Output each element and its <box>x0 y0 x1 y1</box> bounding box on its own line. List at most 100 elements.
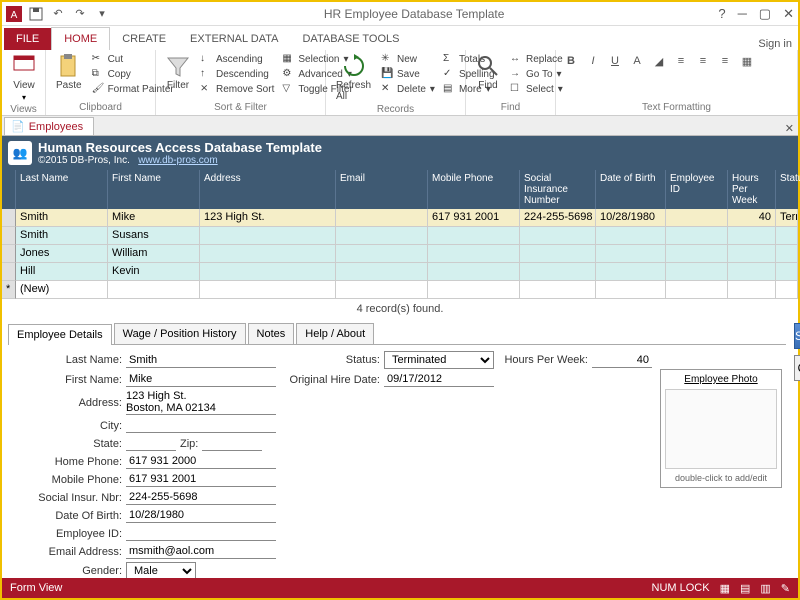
save-record-button[interactable]: 💾Save <box>379 67 437 81</box>
eid-field[interactable] <box>126 526 276 541</box>
toggle-filter-icon: ▽ <box>282 83 294 95</box>
tab-database-tools[interactable]: DATABASE TOOLS <box>290 28 411 50</box>
city-field[interactable] <box>126 418 276 433</box>
minimize-icon[interactable]: ─ <box>738 6 747 22</box>
homephone-field[interactable] <box>126 454 276 469</box>
lastname-field[interactable] <box>126 353 276 368</box>
grid-body: SmithMike123 High St.617 931 2001224-255… <box>2 209 798 299</box>
save-button[interactable]: Save <box>794 323 800 349</box>
form-title: Human Resources Access Database Template <box>38 140 322 155</box>
remove-sort-button[interactable]: ⨯Remove Sort <box>198 82 276 96</box>
bold-button[interactable]: B <box>562 52 580 70</box>
undo-icon[interactable]: ↶ <box>50 6 66 22</box>
descending-button[interactable]: ↑Descending <box>198 67 276 81</box>
tab-wage-history[interactable]: Wage / Position History <box>114 323 246 344</box>
form-header: 👥 Human Resources Access Database Templa… <box>2 136 798 170</box>
col-hpw[interactable]: Hours Per Week <box>728 170 776 209</box>
gridlines-button[interactable]: ▦ <box>738 52 756 70</box>
table-row[interactable]: HillKevin <box>2 263 798 281</box>
view-form-icon[interactable]: ▦ <box>720 582 730 595</box>
view-design-icon[interactable]: ✎ <box>781 582 790 595</box>
col-eid[interactable]: Employee ID <box>666 170 728 209</box>
col-status[interactable]: Status <box>776 170 800 209</box>
close-tab-icon[interactable]: ✕ <box>785 122 794 135</box>
view-datasheet-icon[interactable]: ▤ <box>740 582 750 595</box>
col-firstname[interactable]: First Name <box>108 170 200 209</box>
address-field[interactable] <box>126 390 276 415</box>
state-field[interactable] <box>126 436 176 451</box>
row-selector[interactable] <box>2 209 16 227</box>
tab-file[interactable]: FILE <box>4 28 51 50</box>
filter-button[interactable]: Filter <box>162 52 194 93</box>
group-records: Records <box>332 104 459 115</box>
redo-icon[interactable]: ↷ <box>72 6 88 22</box>
label-status: Status: <box>280 354 380 366</box>
sign-in-link[interactable]: Sign in <box>758 38 792 50</box>
view-icon <box>12 54 36 78</box>
col-ssn[interactable]: Social Insurance Number <box>520 170 596 209</box>
tab-notes[interactable]: Notes <box>248 323 295 344</box>
paste-button[interactable]: Paste <box>52 52 86 93</box>
ascending-button[interactable]: ↓Ascending <box>198 52 276 66</box>
spelling-icon: ✓ <box>443 68 455 80</box>
quit-button[interactable]: Quit <box>794 355 800 381</box>
hiredate-field[interactable] <box>384 372 494 387</box>
email-field[interactable] <box>126 544 276 559</box>
dob-field[interactable] <box>126 508 276 523</box>
col-email[interactable]: Email <box>336 170 428 209</box>
label-mobilephone: Mobile Phone: <box>12 474 122 486</box>
ssn-field[interactable] <box>126 490 276 505</box>
new-record-button[interactable]: ✳New <box>379 52 437 66</box>
table-row[interactable]: JonesWilliam <box>2 245 798 263</box>
label-homephone: Home Phone: <box>12 456 122 468</box>
status-select[interactable]: Terminated <box>384 351 494 369</box>
tab-external-data[interactable]: EXTERNAL DATA <box>178 28 290 50</box>
align-center-button[interactable]: ≡ <box>694 52 712 70</box>
save-icon[interactable] <box>28 6 44 22</box>
col-address[interactable]: Address <box>200 170 336 209</box>
sort-asc-icon: ↓ <box>200 53 212 65</box>
mobilephone-field[interactable] <box>126 472 276 487</box>
col-dob[interactable]: Date of Birth <box>596 170 666 209</box>
tab-home[interactable]: HOME <box>51 27 110 50</box>
doc-tab-employees[interactable]: 📄 Employees <box>4 117 94 135</box>
underline-button[interactable]: U <box>606 52 624 70</box>
delete-record-button[interactable]: ✕Delete ▾ <box>379 82 437 96</box>
find-button[interactable]: Find <box>472 52 504 93</box>
fill-color-button[interactable]: ◢ <box>650 52 668 70</box>
qat-dropdown-icon[interactable]: ▾ <box>94 6 110 22</box>
close-icon[interactable]: ✕ <box>783 6 794 22</box>
table-row-new[interactable]: * (New) <box>2 281 798 299</box>
zip-field[interactable] <box>202 436 262 451</box>
align-right-button[interactable]: ≡ <box>716 52 734 70</box>
row-selector[interactable] <box>2 245 16 263</box>
photo-placeholder[interactable] <box>665 389 777 469</box>
view-layout-icon[interactable]: ▥ <box>760 582 770 595</box>
table-row[interactable]: SmithMike123 High St.617 931 2001224-255… <box>2 209 798 227</box>
grid-header: Last Name First Name Address Email Mobil… <box>2 170 798 209</box>
row-selector[interactable] <box>2 227 16 245</box>
font-color-button[interactable]: A <box>628 52 646 70</box>
table-row[interactable]: SmithSusans <box>2 227 798 245</box>
photo-title: Employee Photo <box>684 374 757 385</box>
hpw-field[interactable] <box>592 353 652 368</box>
label-state: State: <box>12 438 122 450</box>
tab-employee-details[interactable]: Employee Details <box>8 324 112 345</box>
sort-desc-icon: ↑ <box>200 68 212 80</box>
firstname-field[interactable] <box>126 372 276 387</box>
label-lastname: Last Name: <box>12 354 122 366</box>
maximize-icon[interactable]: ▢ <box>759 6 771 22</box>
refresh-all-button[interactable]: Refresh All <box>332 52 375 104</box>
photo-box[interactable]: Employee Photo double-click to add/edit <box>660 369 782 488</box>
help-icon[interactable]: ? <box>718 6 725 22</box>
tab-help-about[interactable]: Help / About <box>296 323 374 344</box>
row-selector[interactable] <box>2 263 16 281</box>
align-left-button[interactable]: ≡ <box>672 52 690 70</box>
col-lastname[interactable]: Last Name <box>16 170 108 209</box>
col-mobile[interactable]: Mobile Phone <box>428 170 520 209</box>
vendor-link[interactable]: www.db-pros.com <box>138 155 217 166</box>
row-selector-new[interactable]: * <box>2 281 16 299</box>
italic-button[interactable]: I <box>584 52 602 70</box>
tab-create[interactable]: CREATE <box>110 28 178 50</box>
view-button[interactable]: View ▾ <box>8 52 40 104</box>
